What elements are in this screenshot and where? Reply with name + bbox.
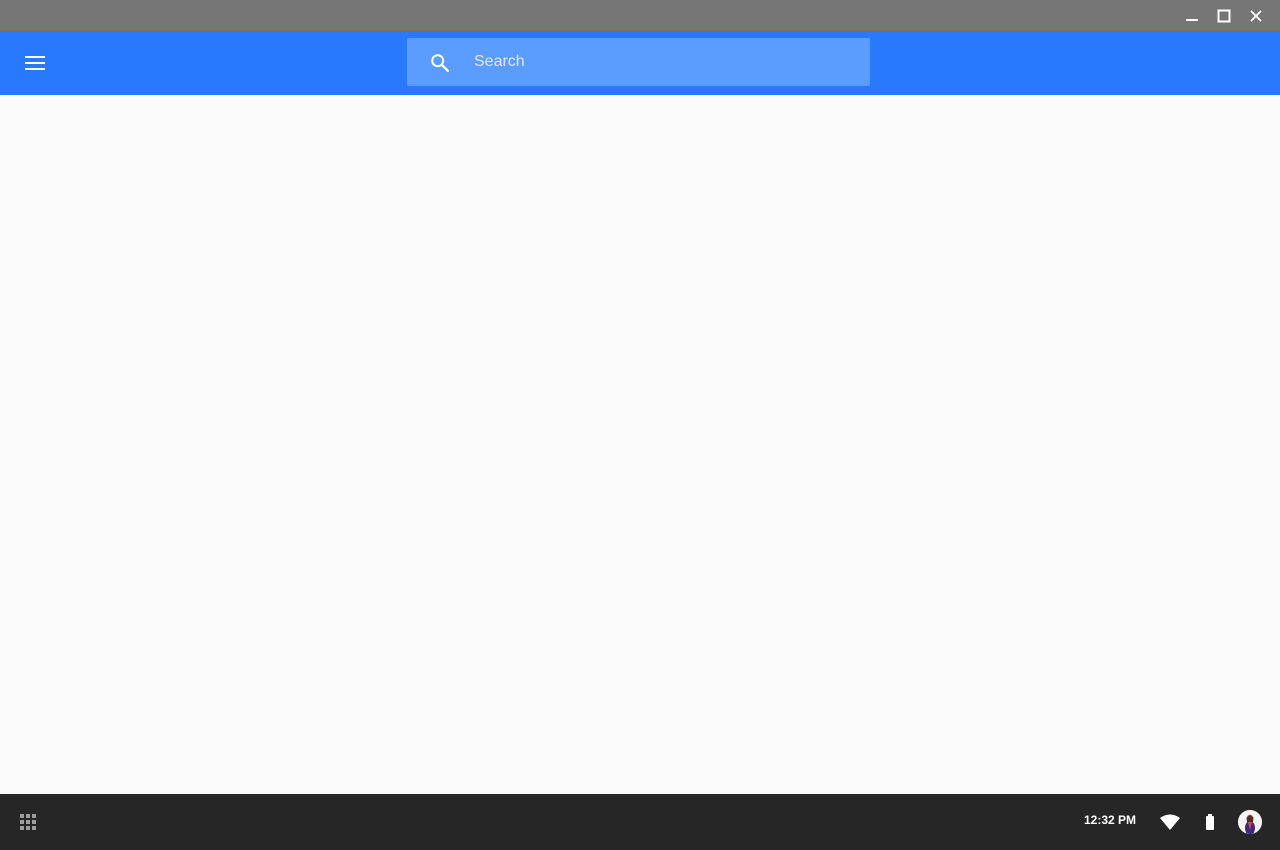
app-launcher-icon [20,814,36,830]
wifi-status[interactable] [1159,811,1181,833]
battery-icon [1206,814,1214,830]
user-avatar[interactable] [1238,810,1262,834]
wifi-icon [1160,814,1180,830]
minimize-icon [1186,18,1198,21]
battery-status[interactable] [1199,811,1221,833]
system-shelf: 12:32 PM [0,794,1280,850]
system-clock[interactable]: 12:32 PM [1070,813,1150,827]
close-button[interactable] [1240,0,1272,31]
minimize-button[interactable] [1176,0,1208,31]
search-icon [431,54,449,72]
maximize-button[interactable] [1208,0,1240,31]
app-launcher-button[interactable] [12,806,44,838]
search-input[interactable] [474,46,854,78]
window-titlebar [0,0,1280,31]
maximize-icon [1217,9,1231,22]
search-box[interactable] [407,38,870,86]
main-content-area [0,95,1280,794]
hamburger-menu-icon [25,56,45,70]
menu-button[interactable] [15,43,55,83]
avatar-image [1238,810,1262,834]
app-bar [0,31,1280,95]
close-icon [1250,9,1262,22]
